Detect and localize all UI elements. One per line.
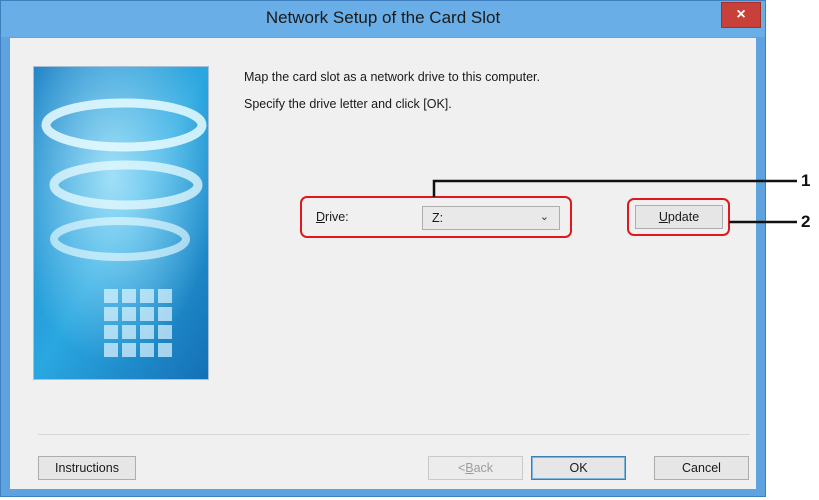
network-illustration [34, 67, 208, 379]
chevron-down-icon: ⌄ [539, 211, 549, 223]
drive-label: Drive: [316, 210, 349, 224]
window-title: Network Setup of the Card Slot [265, 8, 501, 27]
cancel-button[interactable]: Cancel [654, 456, 749, 480]
callout-number-2: 2 [801, 212, 811, 231]
drive-selected-value: Z: [432, 211, 444, 225]
description-line-2: Specify the drive letter and click [OK]. [244, 97, 452, 111]
illustration-image [33, 66, 209, 380]
close-button[interactable]: × [721, 2, 761, 28]
title-bar[interactable]: Network Setup of the Card Slot × [1, 1, 765, 37]
dialog-body: Map the card slot as a network drive to … [10, 38, 756, 489]
back-button[interactable]: < Back [428, 456, 523, 480]
callout-number-1: 1 [801, 171, 811, 190]
dialog-window: Network Setup of the Card Slot × Map the… [0, 0, 766, 497]
instructions-button[interactable]: Instructions [38, 456, 136, 480]
description-line-1: Map the card slot as a network drive to … [244, 70, 540, 84]
divider [38, 434, 750, 435]
drive-select[interactable]: Z: ⌄ [422, 206, 560, 230]
ok-button[interactable]: OK [531, 456, 626, 480]
close-icon: × [736, 6, 746, 23]
update-button[interactable]: Update [635, 205, 723, 229]
